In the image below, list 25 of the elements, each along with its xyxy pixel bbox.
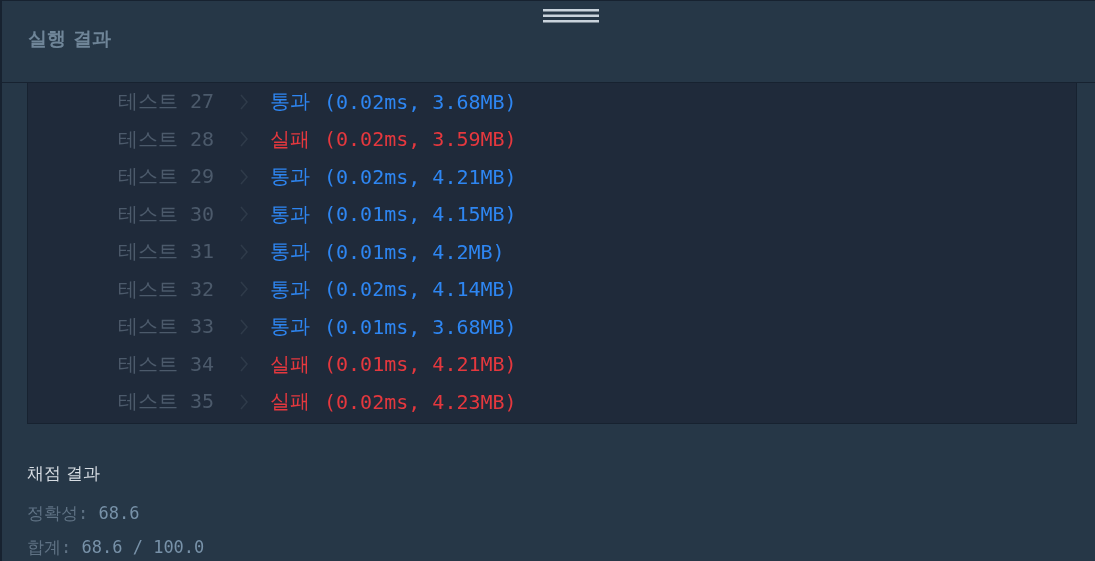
test-detail: (0.01ms, 4.15MB)	[324, 202, 517, 227]
test-result: 통과	[270, 88, 310, 116]
score-label: 정확성:	[27, 502, 89, 523]
test-result: 통과	[270, 238, 310, 266]
test-result: 실패	[270, 350, 310, 378]
test-result: 실패	[270, 125, 310, 153]
test-detail: (0.02ms, 4.14MB)	[324, 277, 517, 302]
test-result: 실패	[270, 388, 310, 416]
test-detail: (0.02ms, 4.23MB)	[324, 389, 517, 414]
score-value: 68.6 / 100.0	[81, 536, 205, 557]
test-detail: (0.02ms, 3.59MB)	[324, 127, 517, 152]
panel-title: 실행 결과	[28, 25, 111, 51]
test-result: 통과	[270, 275, 310, 303]
test-detail: (0.02ms, 3.68MB)	[324, 89, 517, 114]
resize-handle-icon[interactable]	[543, 9, 599, 23]
test-detail: (0.01ms, 4.21MB)	[324, 352, 517, 377]
test-result: 통과	[270, 163, 310, 191]
grading-title: 채점 결과	[27, 461, 102, 485]
test-detail: (0.01ms, 4.2MB)	[324, 239, 505, 264]
test-detail: (0.01ms, 3.68MB)	[324, 314, 517, 339]
score-value: 68.6	[98, 502, 140, 523]
test-detail: (0.02ms, 4.21MB)	[324, 164, 517, 189]
test-result: 통과	[270, 313, 310, 341]
score-label: 합계:	[27, 536, 72, 557]
test-result: 통과	[270, 200, 310, 228]
